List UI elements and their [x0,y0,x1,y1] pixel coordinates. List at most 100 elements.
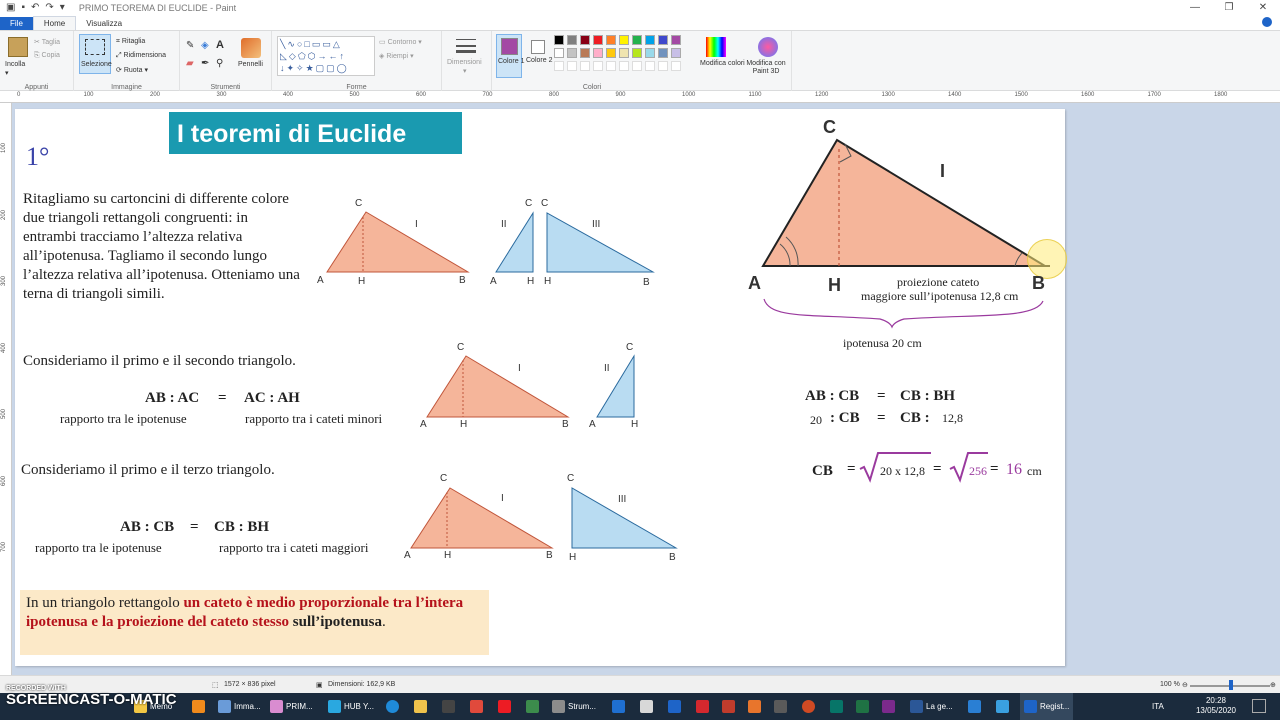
palette-swatch-empty[interactable] [658,61,668,71]
undo-icon[interactable]: ↶ [31,2,39,13]
redo-icon[interactable]: ↷ [45,2,53,13]
taskbar-item-onenote[interactable] [882,693,895,720]
palette-swatch[interactable] [606,35,616,45]
taskbar-item-app8[interactable] [774,693,787,720]
color2-button[interactable]: Colore 2 [526,34,552,78]
palette-swatch[interactable] [580,48,590,58]
taskbar-item-powerpoint[interactable] [802,693,815,720]
taskbar-item-immagini[interactable]: Imma... [218,693,261,720]
palette-swatch-empty[interactable] [580,61,590,71]
rotate-button[interactable]: ⟳ Ruota ▾ [116,66,148,74]
palette-swatch-empty[interactable] [593,61,603,71]
taskbar-item-edge[interactable] [386,693,399,720]
taskbar-item-publisher[interactable] [830,693,843,720]
size-dropdown-icon[interactable]: ▾ [463,67,467,75]
color1-button[interactable]: Colore 1 [496,34,524,78]
palette-swatch[interactable] [593,48,603,58]
customize-qa-icon[interactable]: ▾ [60,2,65,13]
copy-button[interactable]: ⎘ Copia [34,52,60,60]
taskbar-item-app9[interactable] [968,693,981,720]
edit-colors-button[interactable]: Modifica colori [700,60,745,68]
paint3d-button[interactable]: Modifica con Paint 3D [740,60,792,76]
minimize-button[interactable]: — [1178,0,1212,15]
drawing-canvas[interactable]: I teoremi di Euclide 1° Ritagliamo su ca… [15,109,1067,666]
taskbar-item-app3[interactable] [526,693,539,720]
language-indicator[interactable]: ITA [1152,702,1164,711]
palette-swatch[interactable] [645,48,655,58]
paste-dropdown-icon[interactable]: ▾ [5,69,9,77]
palette-swatch-empty[interactable] [619,61,629,71]
palette-swatch[interactable] [658,48,668,58]
palette-swatch[interactable] [671,48,681,58]
close-button[interactable]: ✕ [1246,0,1280,15]
taskbar-item-app10[interactable] [996,693,1009,720]
taskbar-item-pdf[interactable] [696,693,709,720]
selection-button[interactable]: Selezione [79,34,112,74]
taskbar-item-app7[interactable] [748,693,761,720]
tab-file[interactable]: File [0,17,33,30]
taskbar-item-app5[interactable] [668,693,681,720]
zoom-out-button[interactable]: ⊖ [1182,681,1188,689]
zoom-slider-thumb[interactable] [1229,680,1233,690]
taskbar-item-registratore[interactable]: Regist... [1020,693,1074,720]
palette-swatch-empty[interactable] [645,61,655,71]
palette-swatch-empty[interactable] [632,61,642,71]
eraser-icon[interactable]: ▰ [186,58,194,69]
outline-button[interactable]: ▭ Contorno ▾ [379,38,422,46]
magnifier-icon[interactable]: ⚲ [216,58,223,69]
taskbar-item-app6[interactable] [722,693,735,720]
size-button[interactable]: Dimensioni [447,59,482,66]
tab-visualizza[interactable]: Visualizza [76,17,132,30]
taskbar-item-hub[interactable]: HUB Y... [328,693,374,720]
resize-button[interactable]: ⤢ Ridimensiona [116,52,166,60]
notifications-icon[interactable] [1252,699,1266,713]
fill-icon[interactable]: ◈ [201,40,209,51]
palette-swatch-empty[interactable] [554,61,564,71]
cut-button[interactable]: ✂ Taglia [34,38,60,46]
taskbar-clock[interactable]: 20:28 13/05/2020 [1196,696,1236,716]
taskbar-item-paint[interactable]: PRIM... [270,693,313,720]
tab-home[interactable]: Home [32,16,77,30]
palette-swatch[interactable] [645,35,655,45]
palette-swatch[interactable] [593,35,603,45]
taskbar-item-mail[interactable] [612,693,625,720]
palette-swatch[interactable] [658,35,668,45]
zoom-in-button[interactable]: ⊕ [1270,681,1276,689]
palette-swatch-empty[interactable] [567,61,577,71]
palette-swatch[interactable] [554,35,564,45]
taskbar-item-app1[interactable] [470,693,483,720]
palette-swatch[interactable] [619,48,629,58]
taskbar-item-excel[interactable] [856,693,869,720]
crop-button[interactable]: ⌗ Ritaglia [116,38,145,46]
ruler-tick-label: 300 [216,92,227,98]
taskbar-item-explorer[interactable] [414,693,427,720]
taskbar-item-vlc[interactable] [192,693,205,720]
palette-swatch[interactable] [671,35,681,45]
palette-swatch[interactable] [554,48,564,58]
taskbar-item-calc[interactable] [442,693,455,720]
palette-swatch[interactable] [606,48,616,58]
ruler-tick-label: 1100 [748,92,762,98]
shapes-gallery[interactable]: ╲∿○□▭▭△ ◺◇⬠⬡→←↑ ↓✦✧★▢▢◯ [277,36,375,76]
fill-button[interactable]: ◈ Riempi ▾ [379,52,414,60]
taskbar-item-strumento[interactable]: Strum... [552,693,596,720]
palette-swatch[interactable] [580,35,590,45]
palette-swatch[interactable] [632,48,642,58]
pencil-icon[interactable]: ✎ [186,40,194,51]
save-icon[interactable]: ▪ [21,2,25,13]
palette-swatch[interactable] [567,48,577,58]
brushes-button[interactable]: Pennelli [238,61,263,68]
maximize-button[interactable]: ❐ [1212,0,1246,15]
color-picker-icon[interactable]: ✒ [201,58,209,69]
taskbar-item-app2[interactable] [498,693,511,720]
palette-swatch[interactable] [632,35,642,45]
palette-swatch[interactable] [567,35,577,45]
paste-button[interactable]: Incolla [5,61,25,68]
text-icon[interactable]: A [216,39,224,51]
palette-swatch[interactable] [619,35,629,45]
palette-swatch-empty[interactable] [606,61,616,71]
palette-swatch-empty[interactable] [671,61,681,71]
help-icon[interactable] [1262,17,1272,27]
taskbar-item-word[interactable]: La ge... [910,693,953,720]
taskbar-item-app4[interactable] [640,693,653,720]
